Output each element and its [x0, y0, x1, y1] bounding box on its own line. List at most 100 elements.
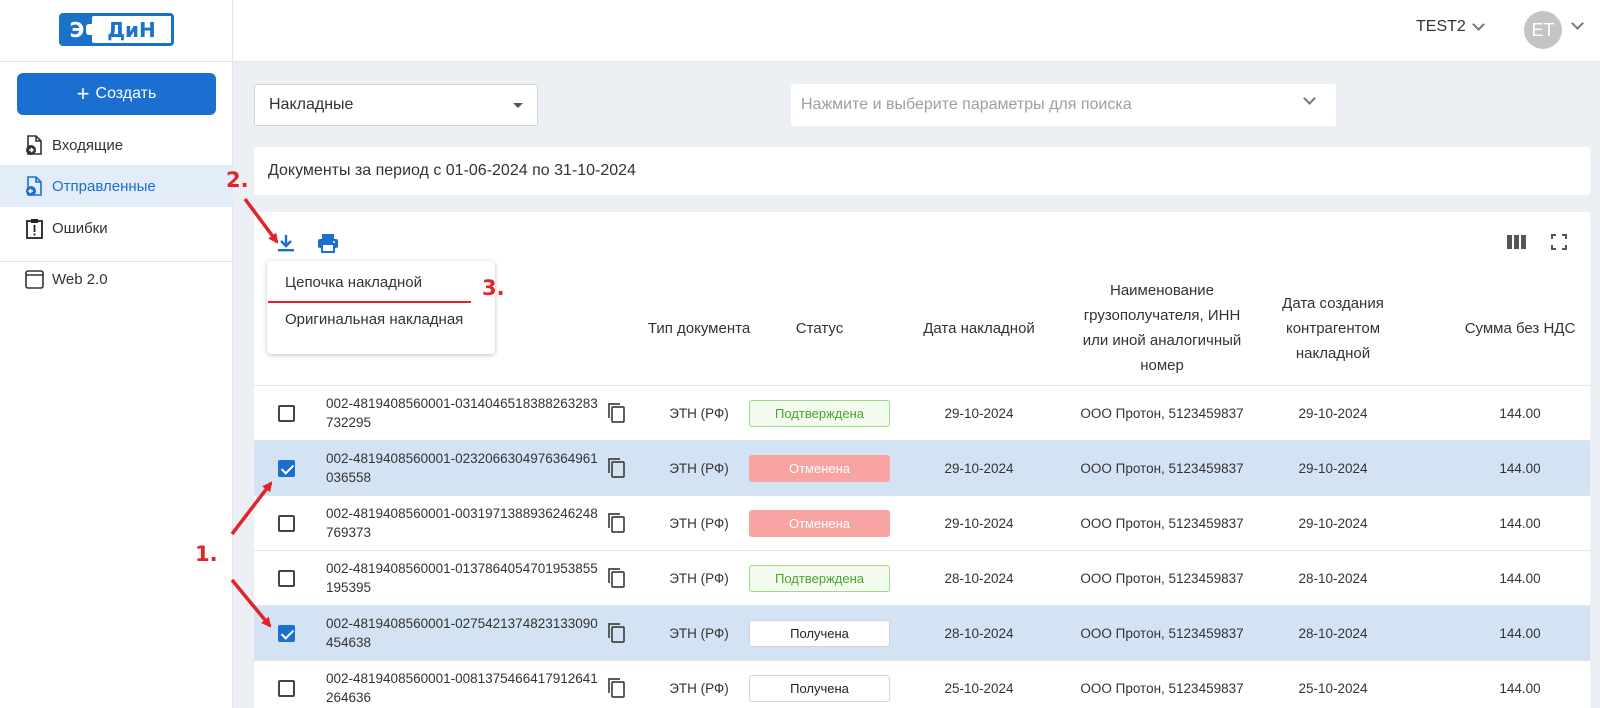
sum: 144.00: [1499, 461, 1541, 476]
table-row[interactable]: 002-4819408560001-0275421374823133090454…: [254, 606, 1590, 661]
annotation-underline: [268, 301, 471, 303]
logo-area: Э ДиН: [0, 0, 233, 62]
sidebar-item-label: Web 2.0: [52, 270, 108, 288]
row-checkbox[interactable]: [278, 460, 295, 477]
created-date: 28-10-2024: [1298, 571, 1368, 586]
search-placeholder: Нажмите и выберите параметры для поиска: [801, 96, 1132, 113]
account-name: TEST2: [1416, 18, 1466, 35]
status-badge: Отменена: [749, 510, 890, 537]
table-row[interactable]: 002-4819408560001-0232066304976364961036…: [254, 441, 1590, 496]
doc-date: 28-10-2024: [944, 626, 1014, 641]
doc-date: 29-10-2024: [944, 516, 1014, 531]
column-header[interactable]: Сумма без НДС: [1450, 270, 1590, 386]
copy-icon[interactable]: [606, 567, 626, 589]
table-row[interactable]: 002-4819408560001-0031971388936246248769…: [254, 496, 1590, 551]
copy-icon[interactable]: [606, 622, 626, 644]
created-date: 28-10-2024: [1298, 626, 1368, 641]
column-header[interactable]: Наименование грузополучателя, ИНН или ин…: [1072, 270, 1252, 386]
table-row[interactable]: 002-4819408560001-0137864054701953855195…: [254, 551, 1590, 606]
sum: 144.00: [1499, 516, 1541, 531]
consignee: ООО Протон, 5123459837: [1080, 681, 1244, 696]
status-badge: Получена: [749, 675, 890, 702]
status-badge: Отменена: [749, 455, 890, 482]
edin-logo[interactable]: Э ДиН: [59, 13, 174, 46]
created-date: 29-10-2024: [1298, 516, 1368, 531]
status-badge: Подтверждена: [749, 400, 890, 427]
doc-type-value: Накладные: [269, 96, 354, 113]
row-checkbox[interactable]: [278, 570, 295, 587]
copy-icon[interactable]: [606, 512, 626, 534]
doc-number: 002-4819408560001-0314046518388263283732…: [326, 396, 598, 430]
doc-number: 002-4819408560001-0232066304976364961036…: [326, 451, 598, 485]
row-checkbox[interactable]: [278, 405, 295, 422]
row-checkbox[interactable]: [278, 680, 295, 697]
sidebar-item-outgoing[interactable]: Отправленные: [0, 165, 233, 207]
avatar[interactable]: ET: [1524, 11, 1562, 49]
sidebar-item-web20[interactable]: Web 2.0: [0, 258, 233, 300]
annotation-label-3: 3.: [482, 276, 505, 300]
table-row[interactable]: 002-4819408560001-0314046518388263283732…: [254, 386, 1590, 441]
sidebar: + Создать Входящие Отправленные Ошибки W…: [0, 62, 233, 708]
doc-date: 29-10-2024: [944, 461, 1014, 476]
annotation-label-2: 2.: [226, 168, 249, 192]
row-checkbox[interactable]: [278, 625, 295, 642]
download-menu: Цепочка накладной Оригинальная накладная: [267, 261, 495, 354]
annotation-label-1: 1.: [195, 542, 218, 566]
logo-right-part: ДиН: [86, 16, 171, 43]
sidebar-item-incoming[interactable]: Входящие: [0, 124, 233, 166]
chevron-down-icon[interactable]: [1571, 17, 1584, 30]
doc-number: 002-4819408560001-0031971388936246248769…: [326, 506, 598, 540]
sum: 144.00: [1499, 571, 1541, 586]
doc-number: 002-4819408560001-0137864054701953855195…: [326, 561, 598, 595]
chevron-down-icon: [1303, 92, 1316, 105]
account-switcher[interactable]: TEST2: [1416, 18, 1485, 36]
copy-icon[interactable]: [606, 677, 626, 699]
doc-number: 002-4819408560001-0081375466417912641264…: [326, 671, 598, 705]
consignee: ООО Протон, 5123459837: [1080, 571, 1244, 586]
caret-down-icon: [513, 103, 523, 108]
top-bar: Э ДиН TEST2 ET: [0, 0, 1600, 62]
plus-icon: +: [76, 81, 90, 106]
create-button-label: Создать: [95, 85, 157, 102]
create-button[interactable]: + Создать: [17, 73, 216, 115]
search-input[interactable]: Нажмите и выберите параметры для поиска: [791, 84, 1336, 126]
created-date: 25-10-2024: [1298, 681, 1368, 696]
status-badge: Подтверждена: [749, 565, 890, 592]
copy-icon[interactable]: [606, 457, 626, 479]
error-clipboard-icon: [25, 218, 44, 239]
consignee: ООО Протон, 5123459837: [1080, 516, 1244, 531]
menu-item-original[interactable]: Оригинальная накладная: [285, 311, 463, 328]
sidebar-item-label: Отправленные: [52, 177, 156, 195]
period-banner: Документы за период с 01-06-2024 по 31-1…: [254, 147, 1590, 195]
consignee: ООО Протон, 5123459837: [1080, 626, 1244, 641]
consignee: ООО Протон, 5123459837: [1080, 406, 1244, 421]
sum: 144.00: [1499, 681, 1541, 696]
column-header[interactable]: Статус: [749, 270, 890, 386]
sidebar-item-errors[interactable]: Ошибки: [0, 207, 233, 249]
outgoing-doc-icon: [25, 175, 44, 197]
period-text: Документы за период с 01-06-2024 по 31-1…: [268, 162, 636, 179]
consignee: ООО Протон, 5123459837: [1080, 461, 1244, 476]
doc-type-select[interactable]: Накладные: [254, 84, 538, 126]
sidebar-item-label: Ошибки: [52, 219, 108, 237]
created-date: 29-10-2024: [1298, 406, 1368, 421]
column-header[interactable]: Дата накладной: [906, 270, 1052, 386]
sum: 144.00: [1499, 406, 1541, 421]
table-row[interactable]: 002-4819408560001-0081375466417912641264…: [254, 661, 1590, 708]
columns-icon[interactable]: [1506, 233, 1526, 251]
column-header[interactable]: Дата создания контрагентом накладной: [1268, 270, 1398, 386]
incoming-doc-icon: [25, 134, 44, 156]
copy-icon[interactable]: [606, 402, 626, 424]
menu-item-chain[interactable]: Цепочка накладной: [285, 274, 422, 291]
print-icon[interactable]: [316, 232, 340, 254]
chevron-down-icon: [1471, 18, 1485, 31]
download-icon[interactable]: [275, 232, 297, 254]
doc-date: 25-10-2024: [944, 681, 1014, 696]
doc-number: 002-4819408560001-0275421374823133090454…: [326, 616, 598, 650]
doc-date: 28-10-2024: [944, 571, 1014, 586]
doc-date: 29-10-2024: [944, 406, 1014, 421]
sidebar-item-label: Входящие: [52, 136, 124, 154]
row-checkbox[interactable]: [278, 515, 295, 532]
status-badge: Получена: [749, 620, 890, 647]
fullscreen-icon[interactable]: [1550, 233, 1568, 251]
